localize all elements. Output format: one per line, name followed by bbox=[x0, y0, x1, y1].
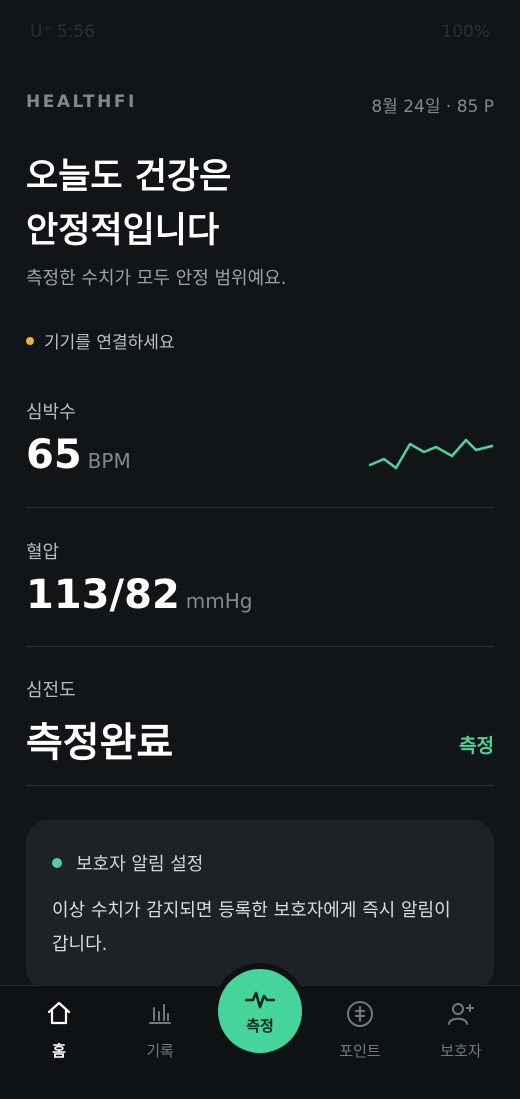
metric-value: 113/82 bbox=[26, 572, 180, 618]
nav-label: 홈 bbox=[52, 1042, 66, 1060]
date-points: 8월 24일 · 85 P bbox=[371, 92, 494, 117]
add-person-icon bbox=[411, 1000, 511, 1030]
measure-fab-button[interactable]: 측정 bbox=[218, 969, 302, 1053]
nav-label: 포인트 bbox=[339, 1042, 381, 1060]
pulse-icon bbox=[218, 989, 302, 1011]
metric-value-row: 측정완료 bbox=[26, 710, 494, 768]
nav-label: 기록 bbox=[146, 1042, 174, 1060]
title-line-1: 오늘도 건강은 bbox=[26, 157, 232, 197]
fab-label: 측정 bbox=[246, 1017, 274, 1035]
page-subtitle: 측정한 수치가 모두 안정 범위예요. bbox=[26, 268, 287, 289]
nav-item-points[interactable]: 포인트 bbox=[310, 986, 410, 1061]
metric-label: 심박수 bbox=[26, 402, 76, 423]
status-bar-right: 100% bbox=[441, 22, 490, 42]
status-bar: U⁺ 5:56 100% bbox=[0, 0, 520, 64]
home-icon bbox=[9, 1000, 109, 1030]
status-bar-left: U⁺ 5:56 bbox=[30, 22, 95, 42]
app-header: HEALTHFI 8월 24일 · 85 P bbox=[26, 92, 494, 118]
coin-icon bbox=[310, 1000, 410, 1030]
device-status-label: 기기를 연결하세요 bbox=[44, 333, 175, 353]
device-connect-status[interactable]: 기기를 연결하세요 bbox=[26, 328, 175, 353]
metric-unit: BPM bbox=[87, 449, 131, 473]
divider bbox=[26, 785, 494, 786]
battery-label: 100% bbox=[441, 22, 490, 42]
status-dot-icon bbox=[52, 858, 62, 868]
metric-value-row: 113/82 mmHg bbox=[26, 572, 494, 618]
status-time: 5:56 bbox=[56, 22, 96, 42]
nav-item-home[interactable]: 홈 bbox=[9, 986, 109, 1061]
heart-rate-sparkline bbox=[368, 438, 494, 470]
divider bbox=[26, 507, 494, 508]
divider bbox=[26, 646, 494, 647]
metric-unit: mmHg bbox=[185, 589, 253, 613]
brand-logo: HEALTHFI bbox=[26, 92, 137, 112]
guardian-alert-card[interactable]: 보호자 알림 설정 이상 수치가 감지되면 등록한 보호자에게 즉시 알림이 갑… bbox=[26, 820, 494, 990]
metric-value: 65 bbox=[26, 432, 82, 478]
status-dot-icon bbox=[26, 337, 34, 345]
guardian-card-title: 보호자 알림 설정 bbox=[52, 850, 203, 876]
nav-label: 보호자 bbox=[440, 1042, 482, 1060]
header-points: 85 P bbox=[456, 97, 494, 117]
nav-item-records[interactable]: 기록 bbox=[110, 986, 210, 1061]
bar-chart-icon bbox=[110, 1000, 210, 1030]
nav-item-guardian[interactable]: 보호자 bbox=[411, 986, 511, 1061]
metric-ecg[interactable]: 심전도 측정완료 bbox=[26, 676, 494, 768]
guardian-card-body: 이상 수치가 감지되면 등록한 보호자에게 즉시 알림이 갑니다. bbox=[52, 900, 451, 955]
guardian-card-title-text: 보호자 알림 설정 bbox=[76, 854, 204, 875]
metric-label: 심전도 bbox=[26, 680, 76, 701]
header-date: 8월 24일 bbox=[371, 97, 441, 117]
carrier-label: U⁺ bbox=[30, 22, 52, 42]
page-title: 오늘도 건강은 안정적입니다 bbox=[26, 150, 231, 258]
metric-label: 혈압 bbox=[26, 542, 60, 563]
title-line-2: 안정적입니다 bbox=[26, 211, 220, 251]
metric-blood-pressure[interactable]: 혈압 113/82 mmHg bbox=[26, 538, 494, 618]
ecg-measure-button[interactable]: 측정 bbox=[459, 731, 494, 758]
metric-value: 측정완료 bbox=[26, 720, 174, 766]
header-separator: · bbox=[445, 97, 452, 117]
